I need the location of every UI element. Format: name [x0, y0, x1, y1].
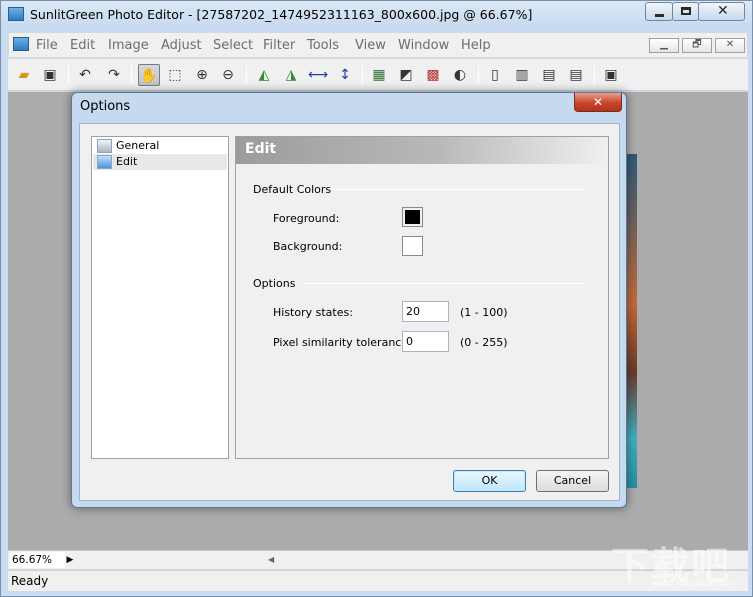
app-window: SunlitGreen Photo Editor - [27587202_147… [0, 0, 753, 597]
foreground-swatch[interactable] [402, 207, 423, 227]
toolbar-separator [478, 65, 479, 85]
page-icon-4[interactable]: ▤ [565, 64, 587, 86]
toolbar-separator [594, 65, 595, 85]
undo-icon[interactable]: ↶ [74, 64, 96, 86]
menu-filter[interactable]: Filter [263, 38, 295, 53]
ok-button[interactable]: OK [453, 470, 526, 492]
contrast-icon[interactable]: ◐ [449, 64, 471, 86]
maximize-icon [681, 7, 691, 15]
close-icon: ✕ [592, 95, 604, 109]
options-dialog: Options ✕ General Edit Edit Default Colo… [71, 92, 627, 508]
panel-title: Edit [245, 141, 277, 157]
menu-edit[interactable]: Edit [70, 38, 95, 53]
resize-width-icon[interactable]: ⟷ [307, 64, 329, 86]
redo-icon[interactable]: ↷ [103, 64, 125, 86]
history-states-range: (1 - 100) [460, 306, 508, 319]
menu-window[interactable]: Window [398, 38, 449, 53]
toolbar: ▰ ▣ ↶ ↷ ✋ ⬚ ⊕ ⊖ ◭ ◮ ⟷ ↕ ▦ ◩ ▩ ◐ ▯ ▥ ▤ ▤ … [8, 59, 748, 91]
cancel-button[interactable]: Cancel [536, 470, 609, 492]
color-balance-icon[interactable]: ▩ [422, 64, 444, 86]
image-canvas[interactable] [626, 154, 637, 488]
menu-select[interactable]: Select [213, 38, 253, 53]
general-icon [97, 139, 112, 153]
tolerance-input[interactable]: 0 [402, 331, 449, 352]
toolbar-separator [246, 65, 247, 85]
select-rect-icon[interactable]: ⬚ [164, 64, 186, 86]
app-icon [8, 7, 24, 21]
flip-vertical-icon[interactable]: ◭ [253, 64, 275, 86]
scroll-left-icon[interactable]: ◀ [268, 552, 274, 568]
foreground-color [405, 210, 420, 224]
title-bar: SunlitGreen Photo Editor - [27587202_147… [1, 1, 752, 30]
maximize-button[interactable] [672, 2, 699, 21]
dialog-close-button[interactable]: ✕ [574, 93, 622, 112]
minimize-button[interactable] [645, 2, 673, 21]
toolbar-separator [68, 65, 69, 85]
background-color [405, 239, 420, 253]
close-icon: ✕ [717, 3, 729, 19]
curves-icon[interactable]: ◩ [395, 64, 417, 86]
foreground-label: Foreground: [273, 212, 340, 225]
menu-view[interactable]: View [355, 38, 386, 53]
edit-icon [97, 155, 112, 169]
history-states-input[interactable]: 20 [402, 301, 449, 322]
options-group-label: Options [253, 277, 296, 290]
tolerance-range: (0 - 255) [460, 336, 508, 349]
toolbar-separator [131, 65, 132, 85]
flip-horizontal-icon[interactable]: ◮ [280, 64, 302, 86]
background-swatch[interactable] [402, 236, 423, 256]
page-icon-2[interactable]: ▥ [511, 64, 533, 86]
category-general[interactable]: General [93, 138, 227, 154]
menu-file[interactable]: File [36, 38, 58, 53]
tolerance-label: Pixel similarity tolerance: [273, 336, 412, 349]
group-divider [331, 189, 586, 190]
histogram-icon[interactable]: ▦ [368, 64, 390, 86]
toolbar-separator [362, 65, 363, 85]
panel-header: Edit [236, 137, 608, 164]
hand-icon[interactable]: ✋ [138, 64, 160, 86]
mdi-close-button[interactable]: ✕ [715, 38, 745, 53]
status-text: Ready [11, 574, 49, 588]
save-icon[interactable]: ▣ [39, 64, 61, 86]
history-states-label: History states: [273, 306, 353, 319]
background-label: Background: [273, 240, 343, 253]
group-divider [302, 283, 586, 284]
resize-height-icon[interactable]: ↕ [334, 64, 356, 86]
zoom-out-icon[interactable]: ⊖ [217, 64, 239, 86]
mdi-minimize-button[interactable]: ▁ [649, 38, 679, 53]
dialog-title: Options [80, 99, 131, 114]
default-colors-group-label: Default Colors [253, 183, 332, 196]
document-icon[interactable] [13, 37, 29, 51]
mdi-restore-button[interactable]: 🗗 [682, 38, 712, 53]
page-icon-1[interactable]: ▯ [484, 64, 506, 86]
zoom-arrow-icon[interactable]: ▶ [65, 552, 75, 568]
zoom-field[interactable]: 66.67% [10, 552, 65, 568]
page-icon-3[interactable]: ▤ [538, 64, 560, 86]
screen-icon[interactable]: ▣ [600, 64, 622, 86]
menu-bar: File Edit Image Adjust Select Filter Too… [8, 32, 748, 58]
close-button[interactable]: ✕ [698, 2, 745, 21]
menu-tools[interactable]: Tools [307, 38, 339, 53]
category-label: Edit [116, 155, 138, 168]
category-list: General Edit [91, 136, 229, 459]
edit-panel: Edit Default Colors Foreground: Backgrou… [235, 136, 609, 459]
dialog-body: General Edit Edit Default Colors Foregro… [79, 123, 620, 501]
category-edit[interactable]: Edit [93, 154, 227, 170]
menu-image[interactable]: Image [108, 38, 149, 53]
zoom-in-icon[interactable]: ⊕ [191, 64, 213, 86]
menu-help[interactable]: Help [461, 38, 491, 53]
minimize-icon [655, 14, 664, 17]
open-icon[interactable]: ▰ [13, 64, 35, 86]
menu-adjust[interactable]: Adjust [161, 38, 202, 53]
watermark-url: www.xiazaiba.com [651, 579, 735, 589]
window-title: SunlitGreen Photo Editor - [27587202_147… [30, 7, 533, 22]
category-label: General [116, 139, 160, 152]
